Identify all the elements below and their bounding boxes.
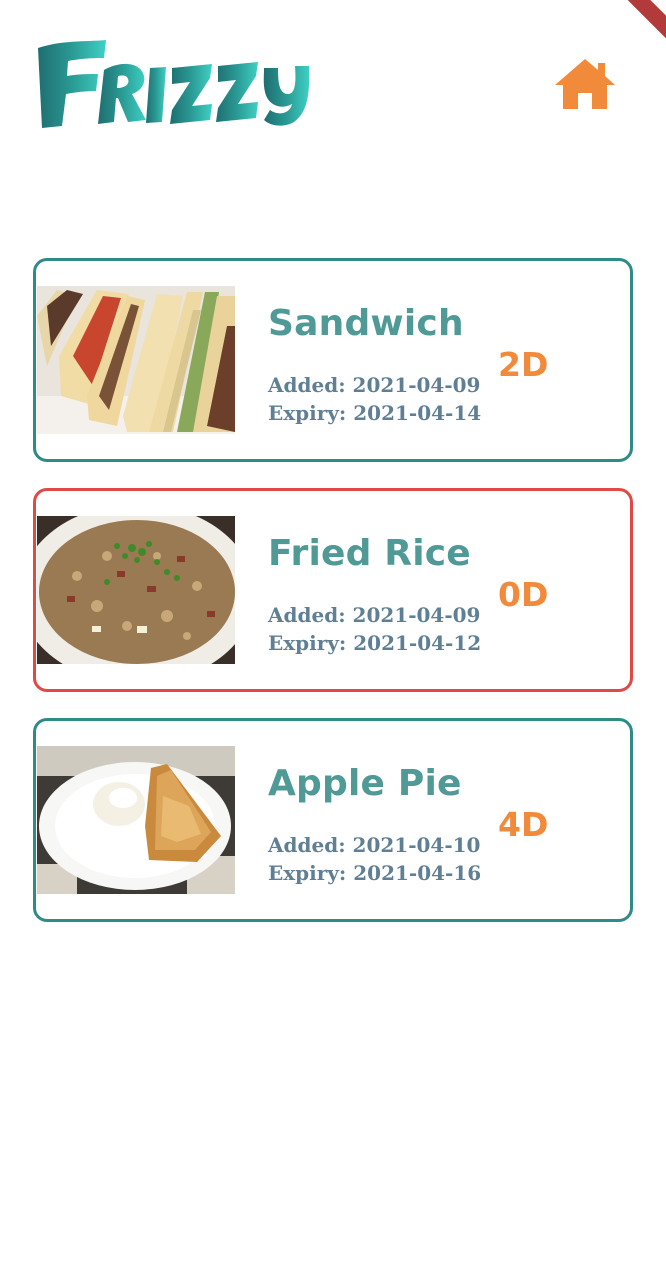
- food-name: Fried Rice: [268, 533, 471, 574]
- sandwich-photo: [37, 286, 235, 434]
- food-name: Sandwich: [268, 303, 464, 344]
- expiry-date: Expiry: 2021-04-12: [268, 631, 482, 655]
- app-screen: Sandwich Added: 2021-04-09 Expiry: 2021-…: [0, 0, 666, 1280]
- days-left-badge: 4D: [498, 805, 549, 844]
- app-header: [0, 0, 666, 170]
- food-dates: Added: 2021-04-10 Expiry: 2021-04-16: [268, 831, 481, 887]
- fried-rice-image: [37, 516, 235, 664]
- added-date: Added: 2021-04-10: [268, 833, 481, 857]
- food-dates: Added: 2021-04-09 Expiry: 2021-04-14: [268, 371, 481, 427]
- sandwich-image: [37, 286, 235, 434]
- food-card-sandwich[interactable]: Sandwich Added: 2021-04-09 Expiry: 2021-…: [33, 258, 633, 462]
- home-button[interactable]: [553, 55, 617, 113]
- apple-pie-image: [37, 746, 235, 894]
- expiry-date: Expiry: 2021-04-16: [268, 861, 482, 885]
- logo-wordmark: [38, 40, 310, 128]
- food-card-fried-rice[interactable]: Fried Rice Added: 2021-04-09 Expiry: 202…: [33, 488, 633, 692]
- food-name: Apple Pie: [268, 763, 462, 804]
- days-left-badge: 0D: [498, 575, 549, 614]
- food-dates: Added: 2021-04-09 Expiry: 2021-04-12: [268, 601, 481, 657]
- fried-rice-photo: [37, 516, 235, 664]
- expiry-date: Expiry: 2021-04-14: [268, 401, 482, 425]
- added-date: Added: 2021-04-09: [268, 373, 481, 397]
- food-list: Sandwich Added: 2021-04-09 Expiry: 2021-…: [33, 258, 633, 948]
- frizzy-logo: [32, 34, 312, 134]
- apple-pie-photo: [37, 746, 235, 894]
- days-left-badge: 2D: [498, 345, 549, 384]
- added-date: Added: 2021-04-09: [268, 603, 481, 627]
- home-icon: [555, 59, 615, 109]
- food-card-apple-pie[interactable]: Apple Pie Added: 2021-04-10 Expiry: 2021…: [33, 718, 633, 922]
